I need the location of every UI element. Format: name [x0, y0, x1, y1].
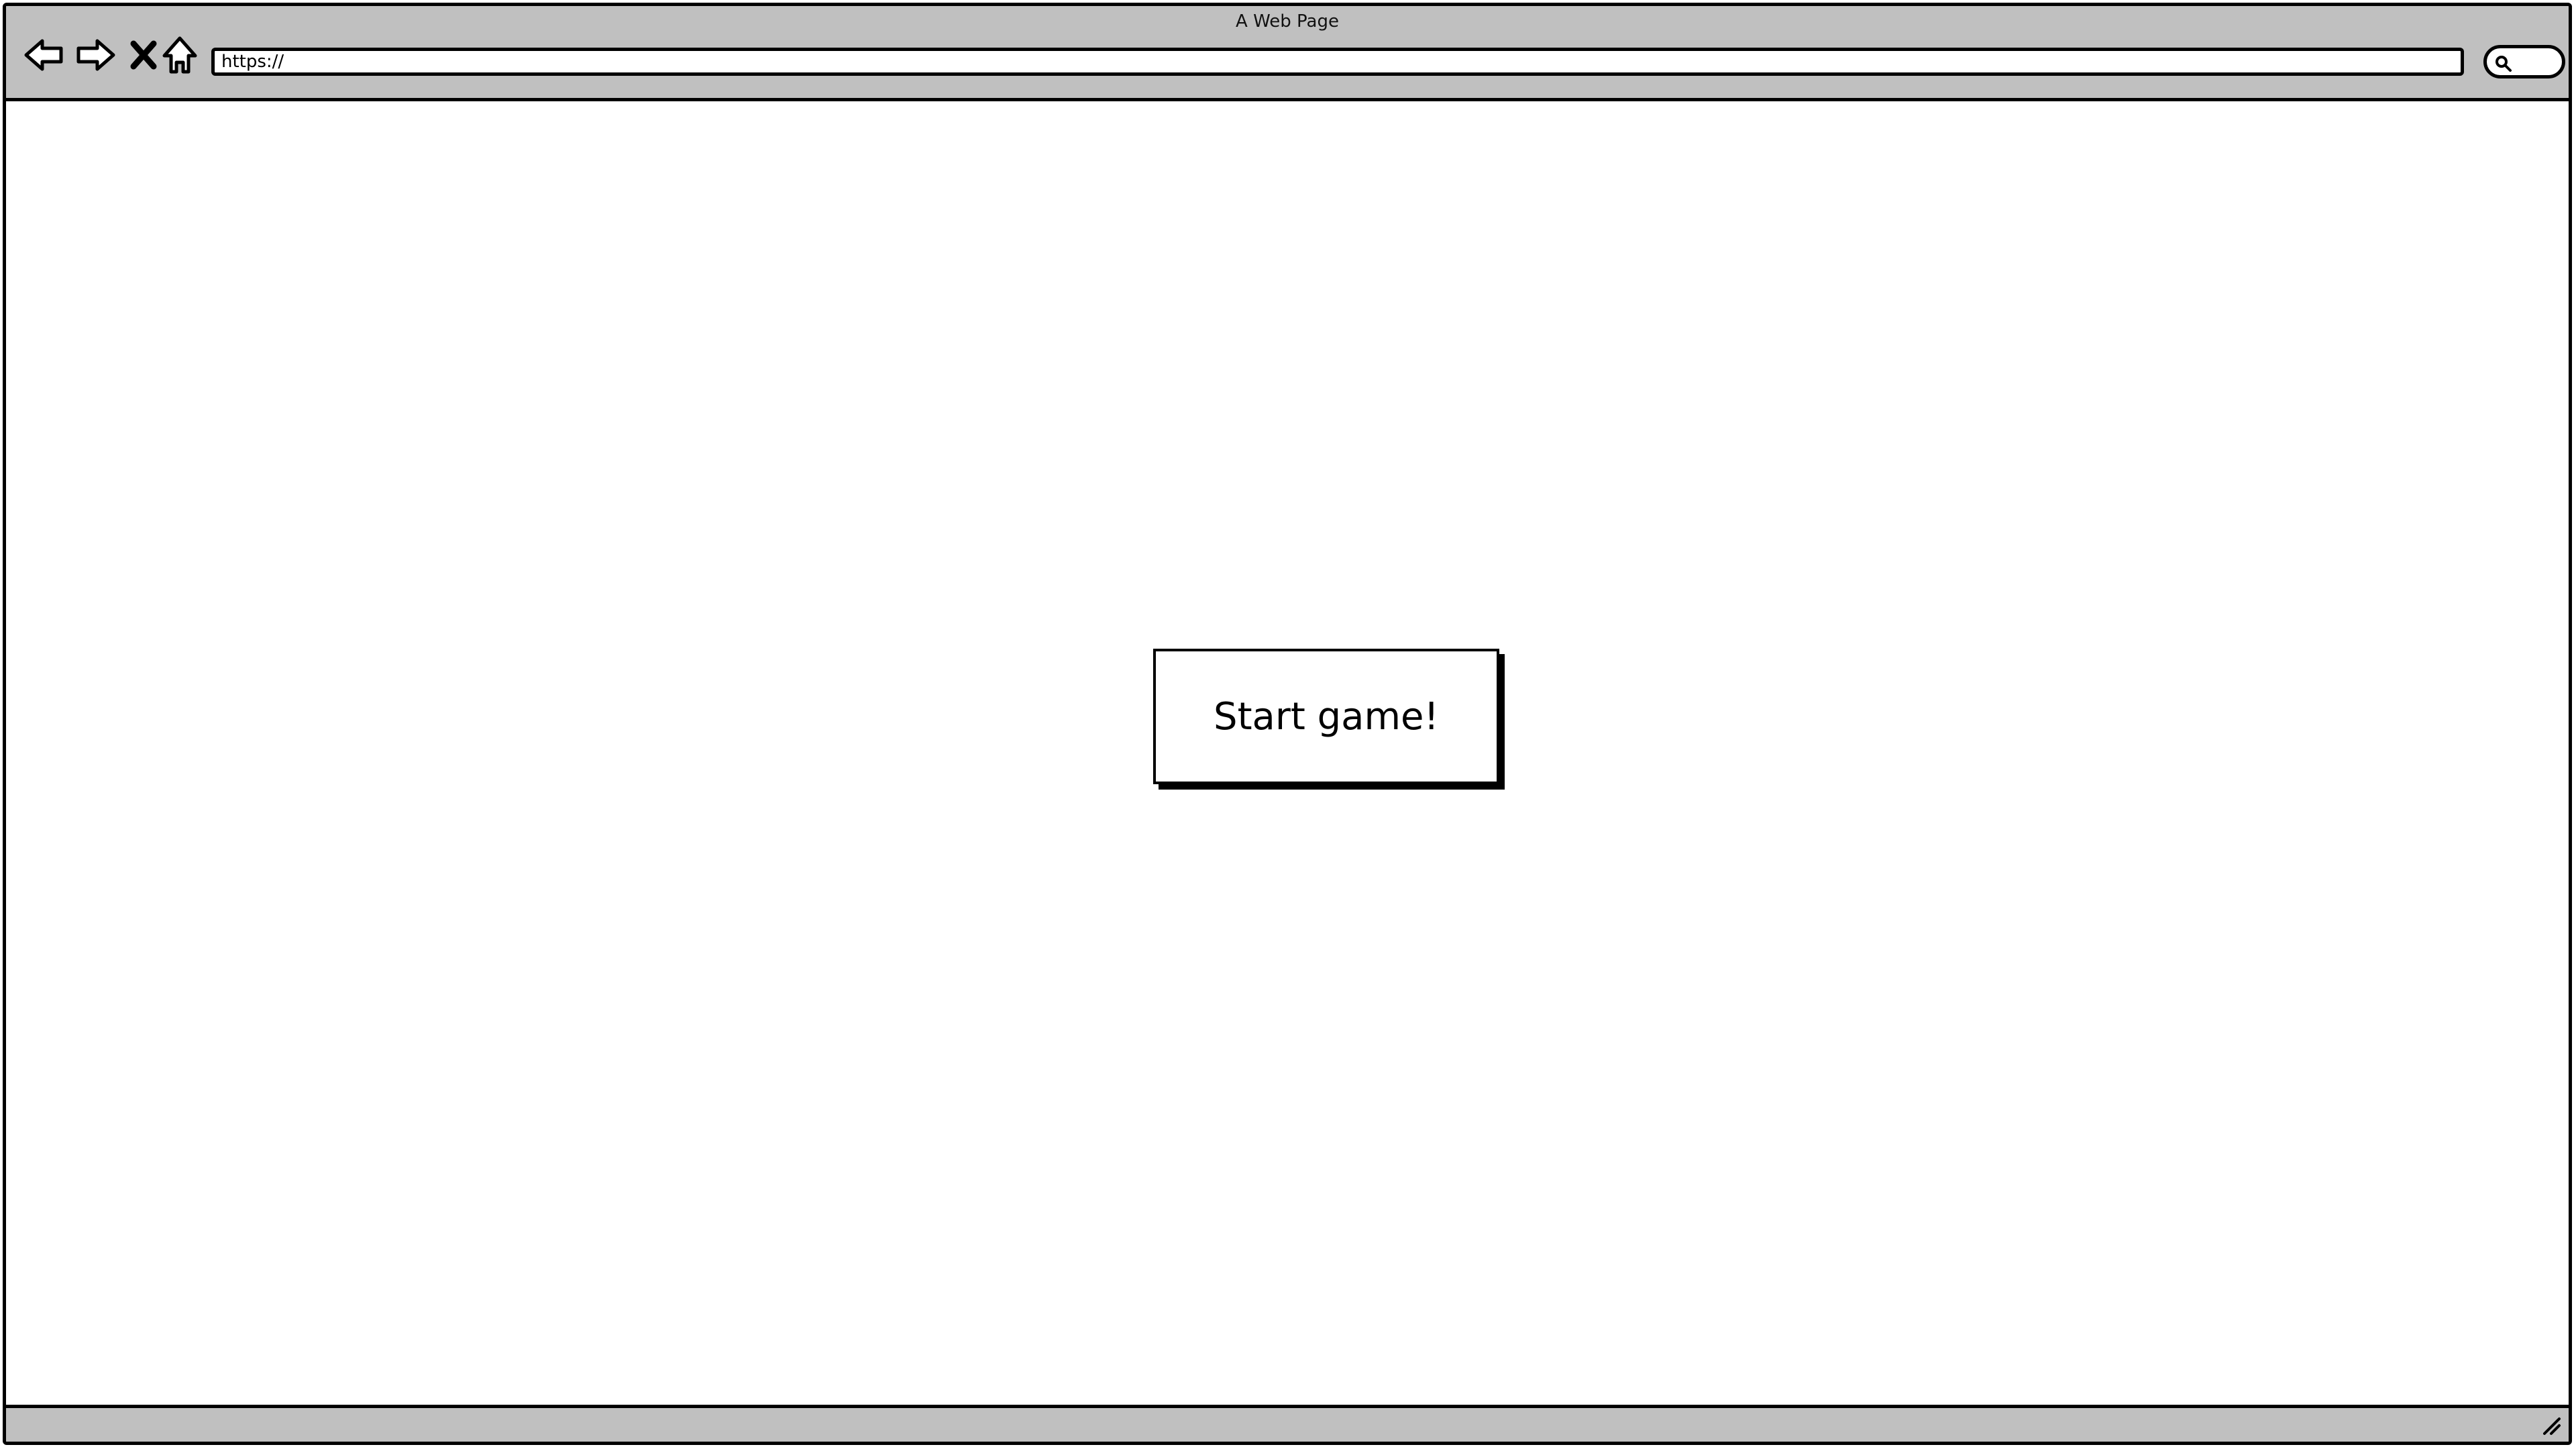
home-icon[interactable]: [158, 33, 202, 77]
address-bar[interactable]: https://: [211, 48, 2464, 76]
browser-window: A Web Page https:// Start game!: [3, 3, 2572, 1445]
resize-grip-icon[interactable]: [2539, 1413, 2563, 1438]
status-bar: [6, 1405, 2569, 1442]
start-game-button[interactable]: Start game!: [1153, 649, 1499, 784]
window-title: A Web Page: [1236, 11, 1339, 32]
back-arrow-icon[interactable]: [22, 33, 66, 77]
search-button[interactable]: [2483, 45, 2565, 78]
search-icon: [2496, 56, 2512, 72]
page-content: Start game!: [6, 101, 2569, 1413]
browser-toolbar: A Web Page https://: [6, 6, 2569, 101]
forward-arrow-icon[interactable]: [73, 33, 117, 77]
address-text: https://: [221, 52, 284, 72]
